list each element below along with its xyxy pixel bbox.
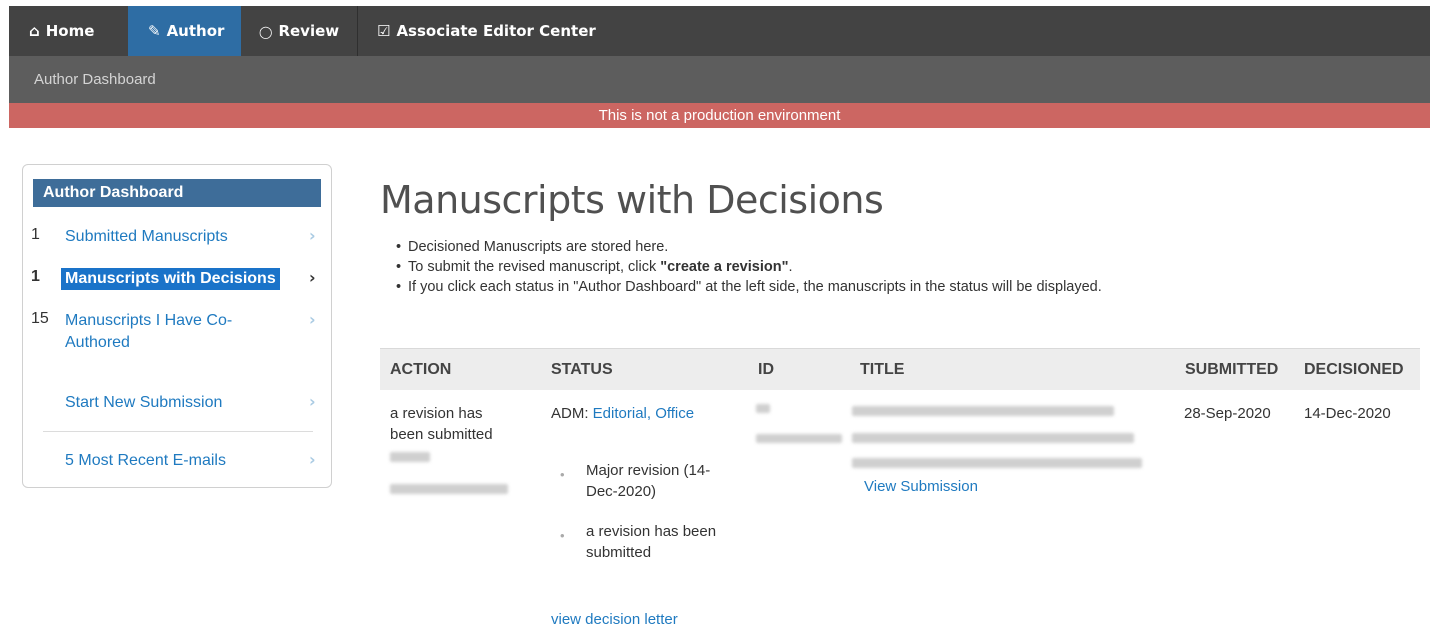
chevron-right-icon: › xyxy=(309,310,316,329)
sidebar-item-count: 1 xyxy=(31,226,40,243)
column-header-decisioned: DECISIONED xyxy=(1304,361,1404,378)
status-history-list: Major revision (14-Dec-2020) a revision … xyxy=(560,460,740,582)
sidebar-item-count: 15 xyxy=(31,310,49,327)
pencil-icon: ✎ xyxy=(148,22,161,40)
status-prefix: ADM: xyxy=(551,405,589,422)
view-submission-link[interactable]: View Submission xyxy=(864,476,978,497)
view-decision-letter-link[interactable]: view decision letter xyxy=(551,609,678,630)
redacted-id xyxy=(756,404,770,413)
nav-associate-editor-label: Associate Editor Center xyxy=(396,22,596,40)
chevron-right-icon: › xyxy=(309,392,316,411)
breadcrumb[interactable]: Author Dashboard xyxy=(34,56,156,103)
instruction-text: Decisioned Manuscripts are stored here. xyxy=(408,239,669,255)
submitted-date: 28-Sep-2020 xyxy=(1184,405,1271,422)
instruction-item: Decisioned Manuscripts are stored here. xyxy=(396,237,1102,257)
action-cell: a revision has been submitted xyxy=(390,403,520,445)
chevron-right-icon: › xyxy=(309,226,316,245)
nav-review-label: Review xyxy=(278,22,340,40)
instruction-item: To submit the revised manuscript, click … xyxy=(396,257,1102,277)
sidebar-item-manuscripts-with-decisions[interactable]: 1 Manuscripts with Decisions › xyxy=(23,268,333,292)
instruction-text: If you click each status in "Author Dash… xyxy=(408,279,1102,295)
column-header-status: STATUS xyxy=(551,361,613,378)
action-text: a revision has been submitted xyxy=(390,405,493,443)
speech-bubble-icon: ◯ xyxy=(259,25,273,39)
sidebar-item-text: Most Recent E-mails xyxy=(78,452,226,469)
redacted-title xyxy=(852,433,1134,443)
sidebar-item-start-new-submission[interactable]: Start New Submission › xyxy=(23,392,333,416)
instructions-list: Decisioned Manuscripts are stored here. … xyxy=(396,237,1102,297)
checkbox-icon: ☑ xyxy=(377,22,391,40)
chevron-right-icon: › xyxy=(309,450,316,469)
instruction-item: If you click each status in "Author Dash… xyxy=(396,277,1102,297)
nav-home[interactable]: ⌂ Home xyxy=(9,6,127,56)
column-header-submitted: SUBMITTED xyxy=(1185,361,1279,378)
top-navigation: ⌂ Home ✎ Author ◯ Review ☑ Associate Editor … xyxy=(9,6,1430,56)
instruction-text: To submit the revised manuscript, click xyxy=(408,259,661,275)
chevron-right-icon: › xyxy=(309,268,316,287)
decisioned-date: 14-Dec-2020 xyxy=(1304,405,1391,422)
home-icon: ⌂ xyxy=(29,22,40,40)
instruction-text: . xyxy=(788,259,793,275)
table-header: ACTION STATUS ID TITLE SUBMITTED DECISIO… xyxy=(380,348,1420,390)
sidebar-item-count: 1 xyxy=(31,268,40,285)
sidebar-item-submitted-manuscripts[interactable]: 1 Submitted Manuscripts › xyxy=(23,226,333,250)
sidebar-divider xyxy=(43,431,313,432)
sidebar-item-label[interactable]: Manuscripts with Decisions xyxy=(61,268,280,290)
column-header-action: ACTION xyxy=(390,361,452,378)
redacted-id xyxy=(756,434,842,443)
sidebar-item-label[interactable]: Submitted Manuscripts xyxy=(65,226,228,248)
sidebar-item-label: 5 Most Recent E-mails xyxy=(65,450,226,472)
nav-review[interactable]: ◯ Review xyxy=(239,6,354,56)
redacted-title xyxy=(852,458,1142,468)
environment-banner: This is not a production environment xyxy=(9,103,1430,128)
sidebar-item-label[interactable]: Manuscripts I Have Co-Authored xyxy=(65,310,265,354)
sub-navigation: Author Dashboard xyxy=(9,56,1430,103)
nav-author-label: Author xyxy=(166,22,225,40)
sidebar-title: Author Dashboard xyxy=(33,179,321,207)
status-history-item: a revision has been submitted xyxy=(560,521,740,563)
instruction-emphasis: "create a revision" xyxy=(660,259,789,275)
redacted-text xyxy=(390,452,430,462)
page-title: Manuscripts with Decisions xyxy=(380,178,884,222)
column-header-title: TITLE xyxy=(860,361,905,378)
status-cell: ADM: Editorial, Office xyxy=(551,403,694,424)
status-editor-link[interactable]: Editorial, Office xyxy=(593,405,694,422)
sidebar-item-count: 5 xyxy=(65,452,74,469)
redacted-title xyxy=(852,406,1114,416)
nav-associate-editor-center[interactable]: ☑ Associate Editor Center xyxy=(357,6,617,56)
author-dashboard-sidebar: Author Dashboard 1 Submitted Manuscripts… xyxy=(22,164,332,488)
nav-author[interactable]: ✎ Author xyxy=(128,6,241,56)
sidebar-item-co-authored[interactable]: 15 Manuscripts I Have Co-Authored › xyxy=(23,310,333,358)
sidebar-item-recent-emails[interactable]: 5 Most Recent E-mails › xyxy=(23,450,333,474)
status-history-item: Major revision (14-Dec-2020) xyxy=(560,460,740,502)
nav-home-label: Home xyxy=(45,22,95,40)
column-header-id: ID xyxy=(758,361,774,378)
sidebar-item-label[interactable]: Start New Submission xyxy=(65,392,222,414)
redacted-text xyxy=(390,484,508,494)
